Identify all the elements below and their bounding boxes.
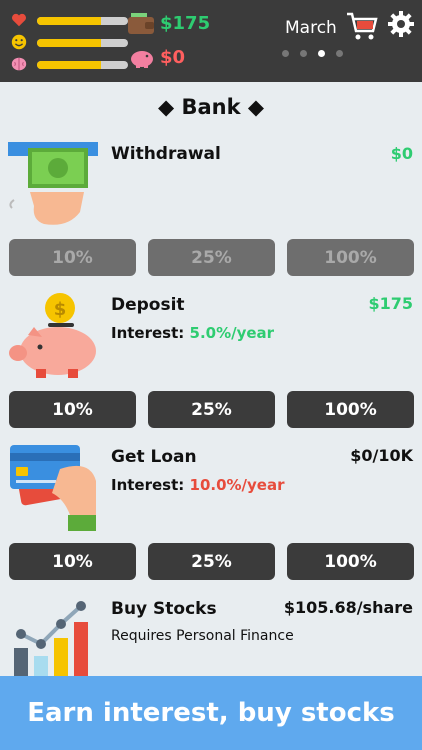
stock-price: $105.68/share [283,598,413,617]
deposit-interest: Interest: 5.0%/year [111,324,274,342]
withdrawal-buttons: 10% 25% 100% [9,239,414,276]
loan-title: Get Loan [111,447,197,467]
deposit-title: Deposit [111,295,185,315]
promo-banner: Earn interest, buy stocks [0,676,422,750]
bank-title: ◆ Bank ◆ [157,95,264,119]
withdraw-10-button[interactable]: 10% [9,239,136,276]
loan-100-button[interactable]: 100% [287,543,414,580]
deposit-25-button[interactable]: 25% [148,391,275,428]
smarts-stat [10,57,128,71]
loan-interest: Interest: 10.0%/year [111,476,285,494]
happiness-bar [37,39,101,47]
deposit-100-button[interactable]: 100% [287,391,414,428]
loan-buttons: 10% 25% 100% [9,543,414,580]
deposit-interest-rate: 5.0%/year [189,324,275,342]
page-dot[interactable] [282,50,289,57]
top-status-bar: $175 $0 March [0,0,422,82]
loan-interest-rate: 10.0%/year [189,476,285,494]
piggy-bank-deposit-icon: $ [9,293,96,378]
gear-icon[interactable] [387,10,415,38]
debt-amount: $0 [160,47,186,68]
health-stat [10,13,128,27]
withdrawal-title: Withdrawal [111,144,221,164]
month-label: March [285,18,337,38]
stocks-requirement: Requires Personal Finance [111,628,294,644]
loan-interest-label: Interest: [111,476,185,494]
promo-banner-text: Earn interest, buy stocks [27,698,395,728]
withdrawal-balance: $0 [390,144,413,163]
wallet-icon [128,13,154,34]
loan-10-button[interactable]: 10% [9,543,136,580]
page-indicator [282,50,343,57]
page-dot[interactable] [318,50,325,57]
happiness-stat [10,34,128,50]
stocks-chart-icon [14,601,88,678]
page-dot[interactable] [300,50,307,57]
deposit-balance: $175 [368,294,413,313]
deposit-10-button[interactable]: 10% [9,391,136,428]
withdraw-25-button[interactable]: 25% [148,239,275,276]
loan-25-button[interactable]: 25% [148,543,275,580]
stocks-title: Buy Stocks [111,599,217,619]
smiley-icon [11,34,27,50]
page-dot[interactable] [336,50,343,57]
deposit-interest-label: Interest: [111,324,185,342]
cart-icon[interactable] [345,10,379,42]
health-bar [37,17,101,25]
heart-icon [11,13,27,27]
smarts-bar [37,61,101,69]
atm-withdrawal-icon [8,142,98,225]
deposit-buttons: 10% 25% 100% [9,391,414,428]
withdraw-100-button[interactable]: 100% [287,239,414,276]
cash-amount: $175 [160,13,211,34]
brain-icon [11,57,27,71]
piggy-bank-icon [131,51,153,68]
svg-text:$: $ [54,299,67,320]
loan-balance: $0/10K [350,446,413,465]
credit-card-loan-icon [10,445,96,531]
